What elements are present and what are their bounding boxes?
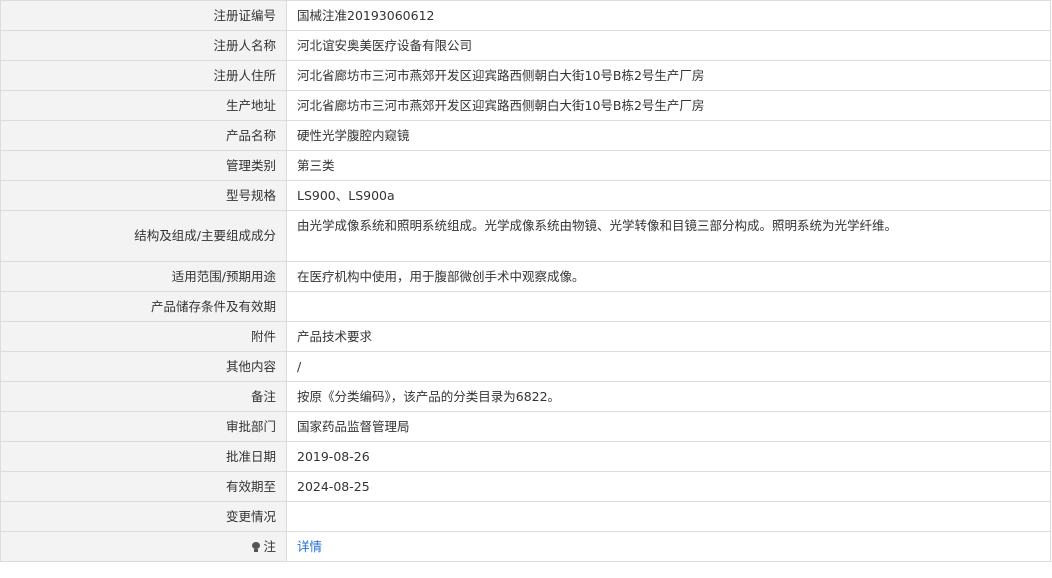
row-label-registrant-address: 注册人住所: [0, 60, 287, 91]
row-label-note: 注: [0, 531, 287, 562]
table-row: 批准日期 2019-08-26: [0, 441, 1051, 472]
row-value-production-address: 河北省廊坊市三河市燕郊开发区迎宾路西侧朝白大街10号B栋2号生产厂房: [286, 90, 1051, 121]
table-row: 产品储存条件及有效期: [0, 291, 1051, 322]
row-label-change-status: 变更情况: [0, 501, 287, 532]
table-row: 管理类别 第三类: [0, 150, 1051, 181]
table-row: 注册证编号 国械注准20193060612: [0, 0, 1051, 31]
row-value-storage-validity: [286, 291, 1051, 322]
row-label-remarks: 备注: [0, 381, 287, 412]
row-value-product-name: 硬性光学腹腔内窥镜: [286, 120, 1051, 151]
row-value-note: 详情: [286, 531, 1051, 562]
row-value-registrant-address: 河北省廊坊市三河市燕郊开发区迎宾路西侧朝白大街10号B栋2号生产厂房: [286, 60, 1051, 91]
row-value-management-category: 第三类: [286, 150, 1051, 181]
table-row: 结构及组成/主要组成成分 由光学成像系统和照明系统组成。光学成像系统由物镜、光学…: [0, 210, 1051, 262]
row-value-attachment: 产品技术要求: [286, 321, 1051, 352]
table-row: 注 详情: [0, 531, 1051, 562]
row-label-attachment: 附件: [0, 321, 287, 352]
row-label-approval-department: 审批部门: [0, 411, 287, 442]
row-label-structure: 结构及组成/主要组成成分: [0, 210, 287, 262]
table-row: 备注 按原《分类编码》，该产品的分类目录为6822。: [0, 381, 1051, 412]
row-label-registration-no: 注册证编号: [0, 0, 287, 31]
row-label-storage-validity: 产品储存条件及有效期: [0, 291, 287, 322]
table-row: 适用范围/预期用途 在医疗机构中使用，用于腹部微创手术中观察成像。: [0, 261, 1051, 292]
row-label-intended-use: 适用范围/预期用途: [0, 261, 287, 292]
table-row: 注册人住所 河北省廊坊市三河市燕郊开发区迎宾路西侧朝白大街10号B栋2号生产厂房: [0, 60, 1051, 91]
row-value-approval-department: 国家药品监督管理局: [286, 411, 1051, 442]
row-value-change-status: [286, 501, 1051, 532]
row-value-registration-no: 国械注准20193060612: [286, 0, 1051, 31]
row-label-model-spec: 型号规格: [0, 180, 287, 211]
details-link[interactable]: 详情: [297, 539, 322, 554]
row-value-approval-date: 2019-08-26: [286, 441, 1051, 472]
row-value-model-spec: LS900、LS900a: [286, 180, 1051, 211]
table-row: 其他内容 /: [0, 351, 1051, 382]
row-label-other-content: 其他内容: [0, 351, 287, 382]
row-value-structure: 由光学成像系统和照明系统组成。光学成像系统由物镜、光学转像和目镜三部分构成。照明…: [286, 210, 1051, 262]
registration-detail-table: 注册证编号 国械注准20193060612 注册人名称 河北谊安奥美医疗设备有限…: [0, 0, 1051, 562]
row-value-registrant-name: 河北谊安奥美医疗设备有限公司: [286, 30, 1051, 61]
table-row: 生产地址 河北省廊坊市三河市燕郊开发区迎宾路西侧朝白大街10号B栋2号生产厂房: [0, 90, 1051, 121]
table-row: 型号规格 LS900、LS900a: [0, 180, 1051, 211]
table-row: 变更情况: [0, 501, 1051, 532]
table-row: 有效期至 2024-08-25: [0, 471, 1051, 502]
row-label-registrant-name: 注册人名称: [0, 30, 287, 61]
row-label-product-name: 产品名称: [0, 120, 287, 151]
row-label-production-address: 生产地址: [0, 90, 287, 121]
note-label-text: 注: [263, 538, 276, 554]
row-label-valid-until: 有效期至: [0, 471, 287, 502]
table-row: 注册人名称 河北谊安奥美医疗设备有限公司: [0, 30, 1051, 61]
row-label-management-category: 管理类别: [0, 150, 287, 181]
row-value-remarks: 按原《分类编码》，该产品的分类目录为6822。: [286, 381, 1051, 412]
row-value-other-content: /: [286, 351, 1051, 382]
table-row: 附件 产品技术要求: [0, 321, 1051, 352]
table-row: 产品名称 硬性光学腹腔内窥镜: [0, 120, 1051, 151]
table-row: 审批部门 国家药品监督管理局: [0, 411, 1051, 442]
row-value-valid-until: 2024-08-25: [286, 471, 1051, 502]
row-value-intended-use: 在医疗机构中使用，用于腹部微创手术中观察成像。: [286, 261, 1051, 292]
row-label-approval-date: 批准日期: [0, 441, 287, 472]
lightbulb-icon: [252, 541, 261, 552]
